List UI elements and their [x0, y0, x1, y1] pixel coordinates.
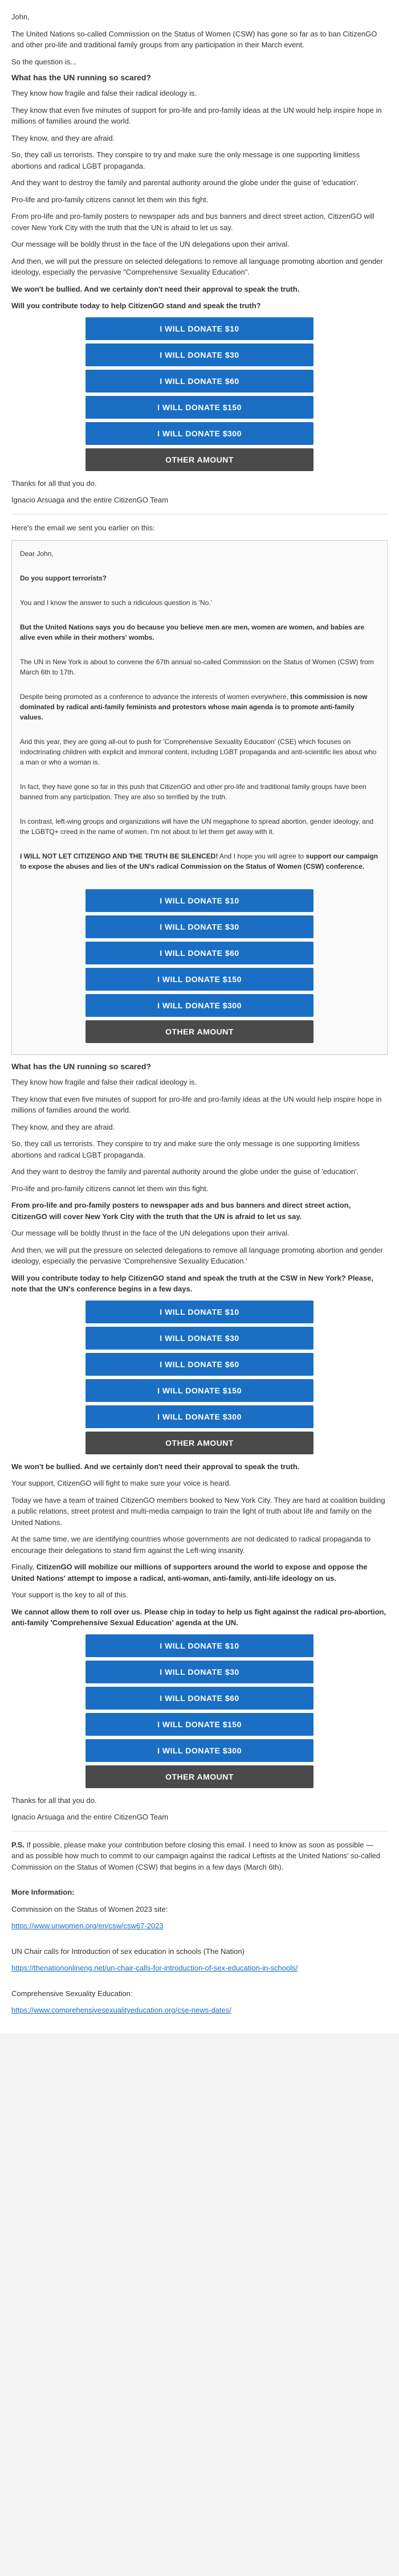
donate-30-btn-3[interactable]: I WILL DONATE $30: [85, 1661, 314, 1683]
commission-link[interactable]: https://www.unwomen.org/en/csw/csw67-202…: [11, 1920, 388, 1932]
thanks-line-1: Thanks for all that you do.: [11, 478, 388, 489]
s2-para-6: Pro-life and pro-family citizens cannot …: [11, 1183, 388, 1195]
here-is-email: Here's the email we sent you earlier on …: [11, 522, 388, 534]
signature-2: Ignacio Arsuaga and the entire CitizenGO…: [11, 1812, 388, 1823]
s2-para-13: Your support is the key to all of this.: [11, 1589, 388, 1601]
s2-para-11: At the same time, we are identifying cou…: [11, 1534, 388, 1556]
un-chair-label: UN Chair calls for Introduction of sex e…: [11, 1946, 388, 1957]
donate-150-btn-2[interactable]: I WILL DONATE $150: [85, 1379, 314, 1402]
s2-contribute-question: Will you contribute today to help Citize…: [11, 1273, 388, 1295]
inner-para-7: In contrast, left-wing groups and organi…: [20, 816, 379, 837]
inner-para-5: And this year, they are going all-out to…: [20, 737, 379, 767]
inner-para-4: Despite being promoted as a conference t…: [20, 692, 379, 722]
donate-section-2: I WILL DONATE $10 I WILL DONATE $30 I WI…: [11, 1301, 388, 1454]
s2-para-2: They know that even five minutes of supp…: [11, 1094, 388, 1116]
email-container: John, The United Nations so-called Commi…: [0, 0, 399, 2033]
un-chair-url[interactable]: https://thenationonlineng.net/un-chair-c…: [11, 1964, 298, 1972]
donate-section-3: I WILL DONATE $10 I WILL DONATE $30 I WI…: [11, 1634, 388, 1788]
donate-30-btn-1[interactable]: I WILL DONATE $30: [85, 344, 314, 366]
scared-para-6: Pro-life and pro-family citizens cannot …: [11, 194, 388, 206]
inner-para-1: You and I know the answer to such a ridi…: [20, 598, 379, 608]
donate-other-btn-1[interactable]: OTHER AMOUNT: [85, 448, 314, 471]
commission-link-label: Commission on the Status of Women 2023 s…: [11, 1904, 388, 1915]
contribute-question-1: Will you contribute today to help Citize…: [11, 300, 388, 312]
scared-para-4: So, they call us terrorists. They conspi…: [11, 149, 388, 171]
s2-para-10: Today we have a team of trained CitizenG…: [11, 1495, 388, 1528]
commission-url[interactable]: https://www.unwomen.org/en/csw/csw67-202…: [11, 1921, 164, 1930]
donate-150-btn-3[interactable]: I WILL DONATE $150: [85, 1713, 314, 1736]
s2-para-1: They know how fragile and false their ra…: [11, 1077, 388, 1088]
donate-10-btn-1[interactable]: I WILL DONATE $10: [85, 317, 314, 340]
donate-300-btn-1[interactable]: I WILL DONATE $300: [85, 422, 314, 445]
intro-para-2: So the question is...: [11, 56, 388, 68]
section-title-scared-2: What has the UN running so scared?: [11, 1062, 388, 1071]
donate-30-btn-2[interactable]: I WILL DONATE $30: [85, 1327, 314, 1350]
inner-greeting: Dear John,: [20, 549, 379, 559]
donate-150-btn-1[interactable]: I WILL DONATE $150: [85, 396, 314, 419]
s2-para-9: And then, we will put the pressure on se…: [11, 1245, 388, 1267]
donate-60-btn-inner[interactable]: I WILL DONATE $60: [85, 942, 314, 964]
donate-300-btn-3[interactable]: I WILL DONATE $300: [85, 1739, 314, 1762]
donate-10-btn-2[interactable]: I WILL DONATE $10: [85, 1301, 314, 1323]
scared-para-3: They know, and they are afraid.: [11, 133, 388, 144]
s2-para-8: Our message will be boldly thrust in the…: [11, 1228, 388, 1239]
inner-email: Dear John, Do you support terrorists? Yo…: [11, 540, 388, 1055]
wont-be-bullied-1: We won't be bullied. And we certainly do…: [11, 284, 388, 295]
inner-question: Do you support terrorists?: [20, 573, 379, 583]
s2-para-7: From pro-life and pro-family posters to …: [11, 1200, 388, 1222]
donate-other-btn-3[interactable]: OTHER AMOUNT: [85, 1765, 314, 1788]
donate-10-btn-3[interactable]: I WILL DONATE $10: [85, 1634, 314, 1657]
more-info-label: More Information:: [11, 1887, 388, 1898]
scared-para-7: From pro-life and pro-family posters to …: [11, 211, 388, 233]
scared-para-1: They know how fragile and false their ra…: [11, 88, 388, 99]
greeting-line: John,: [11, 11, 388, 23]
intro-para-1: The United Nations so-called Commission …: [11, 28, 388, 51]
s2-para-14: We cannot allow them to roll over us. Pl…: [11, 1606, 388, 1629]
donate-other-btn-inner[interactable]: OTHER AMOUNT: [85, 1020, 314, 1043]
cse-label: Comprehensive Sexuality Education:: [11, 1988, 388, 2000]
donate-60-btn-2[interactable]: I WILL DONATE $60: [85, 1353, 314, 1376]
cse-url[interactable]: https://www.comprehensivesexualityeducat…: [11, 2006, 231, 2014]
ps-note: P.S. If possible, please make your contr…: [11, 1839, 388, 1873]
scared-para-5: And they want to destroy the family and …: [11, 177, 388, 189]
donate-300-btn-2[interactable]: I WILL DONATE $300: [85, 1405, 314, 1428]
donate-60-btn-3[interactable]: I WILL DONATE $60: [85, 1687, 314, 1710]
s2-para-3: They know, and they are afraid.: [11, 1122, 388, 1133]
donate-section-1: I WILL DONATE $10 I WILL DONATE $30 I WI…: [11, 317, 388, 471]
support-para: Your support, CitizenGO will fight to ma…: [11, 1478, 388, 1489]
donate-other-btn-2[interactable]: OTHER AMOUNT: [85, 1432, 314, 1454]
s2-para-4: So, they call us terrorists. They conspi…: [11, 1138, 388, 1160]
thanks-line-2: Thanks for all that you do.: [11, 1795, 388, 1806]
inner-para-2: But the United Nations says you do becau…: [20, 622, 379, 643]
inner-para-6: In fact, they have gone so far in this p…: [20, 782, 379, 802]
donate-150-btn-inner[interactable]: I WILL DONATE $150: [85, 968, 314, 991]
donate-300-btn-inner[interactable]: I WILL DONATE $300: [85, 994, 314, 1017]
signature-1: Ignacio Arsuaga and the entire CitizenGO…: [11, 494, 388, 506]
inner-para-3: The UN in New York is about to convene t…: [20, 657, 379, 677]
scared-para-8: Our message will be boldly thrust in the…: [11, 239, 388, 250]
inner-bold-statement: I WILL NOT LET CITIZENGO AND THE TRUTH B…: [20, 851, 379, 872]
wont-be-bullied-2: We won't be bullied. And we certainly do…: [11, 1461, 388, 1473]
un-chair-link[interactable]: https://thenationonlineng.net/un-chair-c…: [11, 1962, 388, 1974]
section-title-scared: What has the UN running so scared?: [11, 73, 388, 82]
donate-30-btn-inner[interactable]: I WILL DONATE $30: [85, 915, 314, 938]
s2-para-12: Finally, CitizenGO will mobilize our mil…: [11, 1561, 388, 1584]
donate-60-btn-1[interactable]: I WILL DONATE $60: [85, 370, 314, 392]
donate-10-btn-inner[interactable]: I WILL DONATE $10: [85, 889, 314, 912]
donate-section-inner: I WILL DONATE $10 I WILL DONATE $30 I WI…: [20, 889, 379, 1043]
scared-para-9: And then, we will put the pressure on se…: [11, 256, 388, 278]
s2-para-5: And they want to destroy the family and …: [11, 1166, 388, 1177]
scared-para-2: They know that even five minutes of supp…: [11, 105, 388, 127]
cse-link[interactable]: https://www.comprehensivesexualityeducat…: [11, 2005, 388, 2016]
